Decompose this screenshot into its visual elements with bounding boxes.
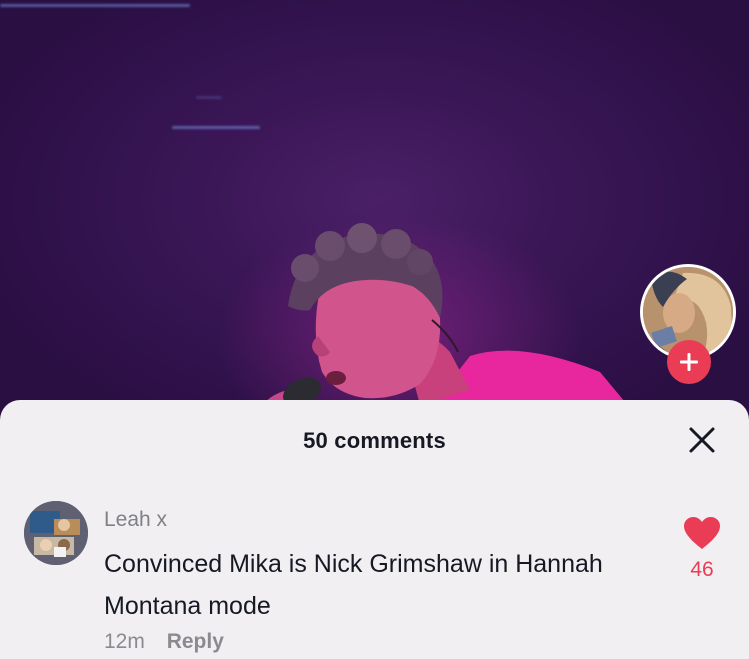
like-button[interactable] <box>683 516 721 550</box>
plus-icon <box>680 353 698 371</box>
close-button[interactable] <box>686 424 718 456</box>
comment-timestamp: 12m <box>104 630 145 653</box>
comment-item: Leah x Convinced Mika is Nick Grimshaw i… <box>0 500 749 659</box>
comments-count-title: 50 comments <box>303 428 446 453</box>
commenter-avatar-photo <box>24 501 88 565</box>
like-count: 46 <box>690 558 714 581</box>
heart-icon <box>684 517 720 549</box>
close-icon <box>689 427 715 453</box>
commenter-name[interactable]: Leah x <box>104 508 167 532</box>
comment-meta: 12m Reply <box>104 630 224 654</box>
comments-sheet: 50 comments Leah x Convinced Mika is Nic… <box>0 400 749 659</box>
comment-text: Convinced Mika is Nick Grimshaw in Hanna… <box>104 550 603 620</box>
follow-button[interactable] <box>667 340 711 384</box>
commenter-avatar[interactable] <box>24 501 88 565</box>
performer-image <box>262 223 640 420</box>
reply-button[interactable]: Reply <box>167 630 224 653</box>
tiktok-video-screen: 50 comments Leah x Convinced Mika is Nic… <box>0 0 749 659</box>
video-player[interactable] <box>0 0 749 420</box>
